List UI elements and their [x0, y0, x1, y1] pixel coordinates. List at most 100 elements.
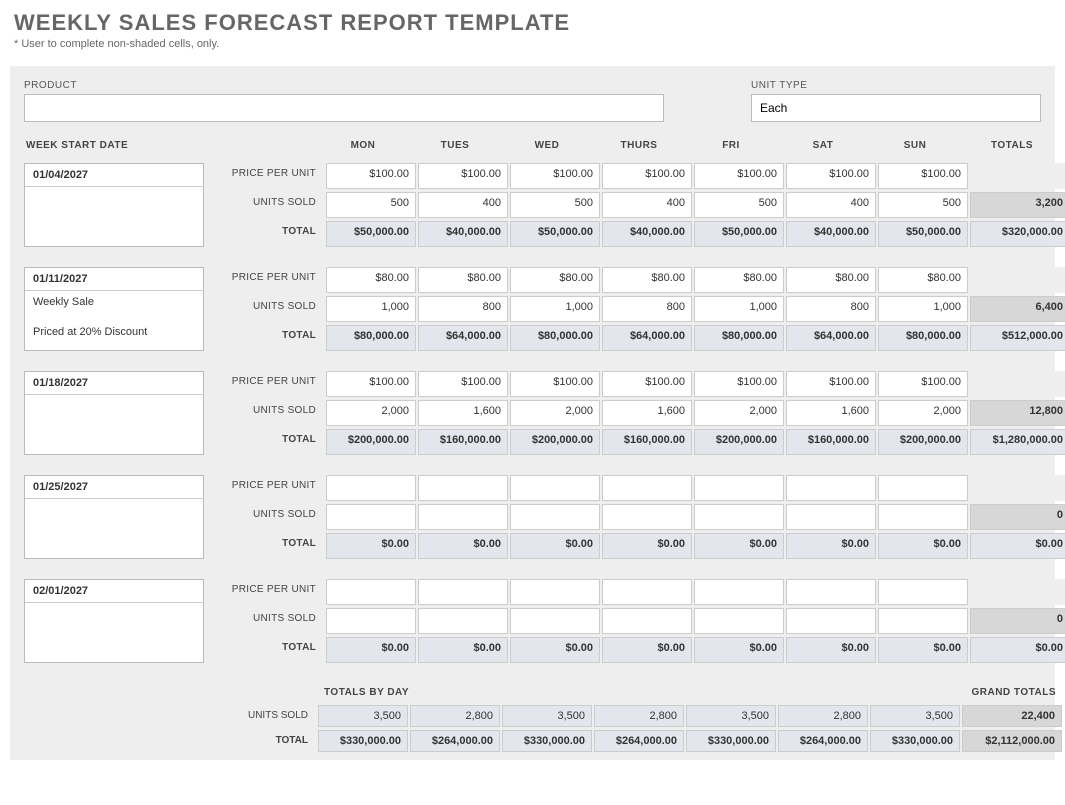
- units-cell[interactable]: 500: [510, 192, 600, 218]
- total-label: TOTAL: [214, 533, 324, 559]
- sum-units-sat: 2,800: [778, 705, 868, 727]
- price-cell[interactable]: [326, 579, 416, 605]
- price-cell[interactable]: [878, 475, 968, 501]
- price-cell[interactable]: [878, 579, 968, 605]
- price-cell[interactable]: $100.00: [418, 371, 508, 397]
- price-cell[interactable]: $80.00: [418, 267, 508, 293]
- units-cell[interactable]: 800: [786, 296, 876, 322]
- price-cell[interactable]: $100.00: [878, 163, 968, 189]
- units-cell[interactable]: 1,000: [878, 296, 968, 322]
- price-cell[interactable]: $100.00: [694, 163, 784, 189]
- units-cell[interactable]: 500: [878, 192, 968, 218]
- price-cell[interactable]: $100.00: [326, 163, 416, 189]
- price-cell[interactable]: $100.00: [326, 371, 416, 397]
- price-cell[interactable]: [602, 475, 692, 501]
- price-cell[interactable]: $100.00: [510, 371, 600, 397]
- units-cell[interactable]: 400: [786, 192, 876, 218]
- units-cell[interactable]: 400: [418, 192, 508, 218]
- week-date: 01/11/2027: [25, 268, 203, 291]
- week-date-box[interactable]: 01/11/2027 Weekly Sale Priced at 20% Dis…: [24, 267, 204, 351]
- week-note1[interactable]: [25, 499, 203, 529]
- price-cell[interactable]: [510, 475, 600, 501]
- units-cell[interactable]: 2,000: [510, 400, 600, 426]
- price-cell[interactable]: [602, 579, 692, 605]
- units-cell[interactable]: 1,000: [326, 296, 416, 322]
- unit-type-input[interactable]: [751, 94, 1041, 122]
- week-note1[interactable]: [25, 603, 203, 633]
- units-cell[interactable]: [326, 608, 416, 634]
- price-cell[interactable]: [786, 579, 876, 605]
- price-cell[interactable]: [694, 475, 784, 501]
- price-cell[interactable]: $80.00: [878, 267, 968, 293]
- price-cell[interactable]: [510, 579, 600, 605]
- price-cell[interactable]: [326, 475, 416, 501]
- price-cell[interactable]: $100.00: [510, 163, 600, 189]
- week-note2[interactable]: [25, 633, 203, 663]
- units-cell[interactable]: [326, 504, 416, 530]
- units-cell[interactable]: 400: [602, 192, 692, 218]
- week-date-box[interactable]: 01/25/2027: [24, 475, 204, 559]
- units-cell[interactable]: [510, 504, 600, 530]
- week-note1[interactable]: [25, 187, 203, 217]
- total-row: TOTAL $200,000.00$160,000.00$200,000.00$…: [214, 429, 1065, 455]
- units-cell[interactable]: 1,600: [602, 400, 692, 426]
- price-cell[interactable]: $80.00: [694, 267, 784, 293]
- units-cell[interactable]: [694, 504, 784, 530]
- units-cell[interactable]: [786, 608, 876, 634]
- units-cell[interactable]: [786, 504, 876, 530]
- units-cell[interactable]: 500: [694, 192, 784, 218]
- units-cell[interactable]: 1,600: [786, 400, 876, 426]
- units-cell[interactable]: 2,000: [326, 400, 416, 426]
- week-date-box[interactable]: 01/18/2027: [24, 371, 204, 455]
- units-cell[interactable]: [418, 608, 508, 634]
- price-cell[interactable]: $100.00: [602, 371, 692, 397]
- price-total-blank: [970, 579, 1065, 605]
- units-cell[interactable]: 800: [418, 296, 508, 322]
- total-cell: $0.00: [326, 637, 416, 663]
- week-note1[interactable]: [25, 395, 203, 425]
- units-cell[interactable]: [602, 608, 692, 634]
- price-cell[interactable]: $100.00: [602, 163, 692, 189]
- price-cell[interactable]: $100.00: [878, 371, 968, 397]
- units-cell[interactable]: 1,000: [510, 296, 600, 322]
- price-cell[interactable]: $80.00: [602, 267, 692, 293]
- units-cell[interactable]: [878, 504, 968, 530]
- product-input[interactable]: [24, 94, 664, 122]
- price-cell[interactable]: $100.00: [786, 163, 876, 189]
- price-cell[interactable]: $100.00: [694, 371, 784, 397]
- week-note2[interactable]: [25, 529, 203, 559]
- units-cell[interactable]: 2,000: [694, 400, 784, 426]
- week-date: 02/01/2027: [25, 580, 203, 603]
- price-total-blank: [970, 163, 1065, 189]
- units-cell[interactable]: 2,000: [878, 400, 968, 426]
- price-cell[interactable]: $80.00: [510, 267, 600, 293]
- week-date-box[interactable]: 01/04/2027: [24, 163, 204, 247]
- price-cell[interactable]: $100.00: [786, 371, 876, 397]
- price-cell[interactable]: [694, 579, 784, 605]
- header-tue: TUES: [410, 136, 500, 155]
- price-cell[interactable]: $80.00: [786, 267, 876, 293]
- week-note2[interactable]: [25, 217, 203, 247]
- week-note1[interactable]: Weekly Sale: [25, 291, 203, 321]
- price-cell[interactable]: [418, 475, 508, 501]
- week-note2[interactable]: Priced at 20% Discount: [25, 321, 203, 351]
- units-total-cell: 0: [970, 504, 1065, 530]
- total-cell: $64,000.00: [602, 325, 692, 351]
- units-cell[interactable]: 1,000: [694, 296, 784, 322]
- total-label: TOTAL: [214, 637, 324, 663]
- units-cell[interactable]: [418, 504, 508, 530]
- units-cell[interactable]: [878, 608, 968, 634]
- units-cell[interactable]: [602, 504, 692, 530]
- units-cell[interactable]: 800: [602, 296, 692, 322]
- week-date-box[interactable]: 02/01/2027: [24, 579, 204, 663]
- units-cell[interactable]: [694, 608, 784, 634]
- units-cell[interactable]: [510, 608, 600, 634]
- week-note2[interactable]: [25, 425, 203, 455]
- price-cell[interactable]: $100.00: [418, 163, 508, 189]
- units-cell[interactable]: 1,600: [418, 400, 508, 426]
- price-cell[interactable]: [786, 475, 876, 501]
- price-cell[interactable]: [418, 579, 508, 605]
- price-cell[interactable]: $80.00: [326, 267, 416, 293]
- units-cell[interactable]: 500: [326, 192, 416, 218]
- instruction-note: * User to complete non-shaded cells, onl…: [0, 38, 1065, 58]
